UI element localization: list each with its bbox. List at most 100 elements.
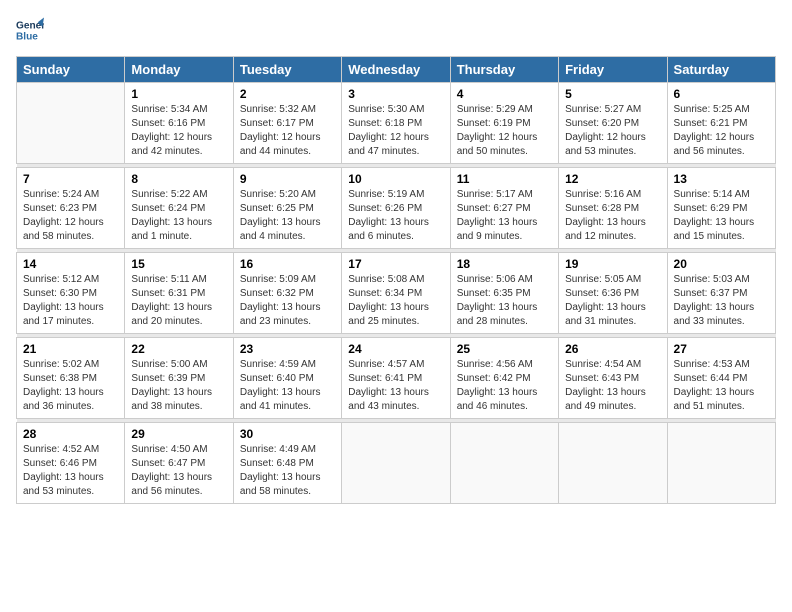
day-number: 21 [23, 342, 118, 356]
calendar-body: 1 Sunrise: 5:34 AMSunset: 6:16 PMDaylight… [17, 83, 776, 504]
day-cell-16: 16Sunrise: 5:09 AMSunset: 6:32 PMDayligh… [233, 253, 341, 334]
day-cell-19: 19Sunrise: 5:05 AMSunset: 6:36 PMDayligh… [559, 253, 667, 334]
day-number: 19 [565, 257, 660, 271]
day-cell-27: 27 Sunrise: 4:53 AMSunset: 6:44 PMDayligh… [667, 338, 775, 419]
day-info: Sunrise: 5:16 AMSunset: 6:28 PMDaylight:… [565, 188, 660, 244]
day-number: 8 [131, 172, 226, 186]
day-number: 15 [131, 257, 226, 271]
day-info: Sunrise: 4:49 AMSunset: 6:48 PMDaylight:… [240, 443, 335, 499]
day-info: Sunrise: 5:32 AMSunset: 6:17 PMDaylight:… [240, 103, 335, 159]
day-number: 7 [23, 172, 118, 186]
day-cell-18: 18 Sunrise: 5:06 AMSunset: 6:35 PMDayligh… [450, 253, 558, 334]
svg-text:Blue: Blue [16, 31, 38, 42]
day-cell-15: 15 Sunrise: 5:11 AMSunset: 6:31 PMDayligh… [125, 253, 233, 334]
day-number: 30 [240, 427, 335, 441]
day-info: Sunrise: 5:19 AMSunset: 6:26 PMDaylight:… [348, 188, 443, 244]
day-cell-13: 13 Sunrise: 5:14 AMSunset: 6:29 PMDayligh… [667, 168, 775, 249]
day-number: 29 [131, 427, 226, 441]
day-number: 26 [565, 342, 660, 356]
day-cell-30: 30 Sunrise: 4:49 AMSunset: 6:48 PMDayligh… [233, 423, 341, 504]
empty-cell [450, 423, 558, 504]
empty-cell [559, 423, 667, 504]
day-cell-9: 9 Sunrise: 5:20 AMSunset: 6:25 PMDaylight… [233, 168, 341, 249]
day-number: 13 [674, 172, 769, 186]
day-header-monday: Monday [125, 57, 233, 83]
day-info: Sunrise: 5:09 AMSunset: 6:32 PMDaylight:… [240, 273, 335, 329]
day-info: Sunrise: 5:00 AMSunset: 6:39 PMDaylight:… [131, 358, 226, 414]
day-info: Sunrise: 5:24 AMSunset: 6:23 PMDaylight:… [23, 188, 118, 244]
day-number: 9 [240, 172, 335, 186]
day-number: 28 [23, 427, 118, 441]
day-cell-24: 24 Sunrise: 4:57 AMSunset: 6:41 PMDayligh… [342, 338, 450, 419]
day-cell-7: 7 Sunrise: 5:24 AMSunset: 6:23 PMDaylight… [17, 168, 125, 249]
day-info: Sunrise: 5:25 AMSunset: 6:21 PMDaylight:… [674, 103, 769, 159]
week-row-4: 21 Sunrise: 5:02 AMSunset: 6:38 PMDayligh… [17, 338, 776, 419]
week-row-1: 1 Sunrise: 5:34 AMSunset: 6:16 PMDaylight… [17, 83, 776, 164]
day-info: Sunrise: 5:22 AMSunset: 6:24 PMDaylight:… [131, 188, 226, 244]
day-number: 18 [457, 257, 552, 271]
day-header-sunday: Sunday [17, 57, 125, 83]
day-info: Sunrise: 5:20 AMSunset: 6:25 PMDaylight:… [240, 188, 335, 244]
day-number: 25 [457, 342, 552, 356]
day-info: Sunrise: 5:34 AMSunset: 6:16 PMDaylight:… [131, 103, 226, 159]
day-info: Sunrise: 5:29 AMSunset: 6:19 PMDaylight:… [457, 103, 552, 159]
day-cell-22: 22 Sunrise: 5:00 AMSunset: 6:39 PMDayligh… [125, 338, 233, 419]
day-info: Sunrise: 5:02 AMSunset: 6:38 PMDaylight:… [23, 358, 118, 414]
day-info: Sunrise: 5:11 AMSunset: 6:31 PMDaylight:… [131, 273, 226, 329]
day-cell-25: 25 Sunrise: 4:56 AMSunset: 6:42 PMDayligh… [450, 338, 558, 419]
day-info: Sunrise: 4:56 AMSunset: 6:42 PMDaylight:… [457, 358, 552, 414]
day-cell-8: 8 Sunrise: 5:22 AMSunset: 6:24 PMDaylight… [125, 168, 233, 249]
day-cell-26: 26 Sunrise: 4:54 AMSunset: 6:43 PMDayligh… [559, 338, 667, 419]
day-number: 27 [674, 342, 769, 356]
page-header: General Blue [16, 16, 776, 44]
day-info: Sunrise: 5:17 AMSunset: 6:27 PMDaylight:… [457, 188, 552, 244]
day-header-saturday: Saturday [667, 57, 775, 83]
day-info: Sunrise: 5:27 AMSunset: 6:20 PMDaylight:… [565, 103, 660, 159]
day-cell-10: 10 Sunrise: 5:19 AMSunset: 6:26 PMDayligh… [342, 168, 450, 249]
day-cell-12: 12 Sunrise: 5:16 AMSunset: 6:28 PMDayligh… [559, 168, 667, 249]
day-number: 14 [23, 257, 118, 271]
logo: General Blue [16, 16, 44, 44]
day-number: 24 [348, 342, 443, 356]
day-info: Sunrise: 5:08 AMSunset: 6:34 PMDaylight:… [348, 273, 443, 329]
day-header-tuesday: Tuesday [233, 57, 341, 83]
day-header-friday: Friday [559, 57, 667, 83]
day-number: 22 [131, 342, 226, 356]
week-row-5: 28 Sunrise: 4:52 AMSunset: 6:46 PMDayligh… [17, 423, 776, 504]
day-cell-11: 11Sunrise: 5:17 AMSunset: 6:27 PMDayligh… [450, 168, 558, 249]
day-number: 5 [565, 87, 660, 101]
day-info: Sunrise: 5:14 AMSunset: 6:29 PMDaylight:… [674, 188, 769, 244]
empty-cell [17, 83, 125, 164]
day-info: Sunrise: 4:57 AMSunset: 6:41 PMDaylight:… [348, 358, 443, 414]
day-cell-1: 1 Sunrise: 5:34 AMSunset: 6:16 PMDaylight… [125, 83, 233, 164]
day-number: 1 [131, 87, 226, 101]
day-cell-21: 21 Sunrise: 5:02 AMSunset: 6:38 PMDayligh… [17, 338, 125, 419]
empty-cell [667, 423, 775, 504]
calendar-header-row: SundayMondayTuesdayWednesdayThursdayFrid… [17, 57, 776, 83]
day-info: Sunrise: 4:53 AMSunset: 6:44 PMDaylight:… [674, 358, 769, 414]
day-cell-17: 17 Sunrise: 5:08 AMSunset: 6:34 PMDayligh… [342, 253, 450, 334]
calendar-table: SundayMondayTuesdayWednesdayThursdayFrid… [16, 56, 776, 504]
day-cell-2: 2 Sunrise: 5:32 AMSunset: 6:17 PMDaylight… [233, 83, 341, 164]
day-number: 23 [240, 342, 335, 356]
day-info: Sunrise: 4:59 AMSunset: 6:40 PMDaylight:… [240, 358, 335, 414]
day-number: 12 [565, 172, 660, 186]
week-row-2: 7 Sunrise: 5:24 AMSunset: 6:23 PMDaylight… [17, 168, 776, 249]
day-number: 4 [457, 87, 552, 101]
day-header-wednesday: Wednesday [342, 57, 450, 83]
day-number: 17 [348, 257, 443, 271]
day-info: Sunrise: 4:54 AMSunset: 6:43 PMDaylight:… [565, 358, 660, 414]
day-number: 10 [348, 172, 443, 186]
day-info: Sunrise: 5:06 AMSunset: 6:35 PMDaylight:… [457, 273, 552, 329]
empty-cell [342, 423, 450, 504]
day-cell-5: 5 Sunrise: 5:27 AMSunset: 6:20 PMDaylight… [559, 83, 667, 164]
day-header-thursday: Thursday [450, 57, 558, 83]
week-row-3: 14 Sunrise: 5:12 AMSunset: 6:30 PMDayligh… [17, 253, 776, 334]
day-number: 20 [674, 257, 769, 271]
day-number: 3 [348, 87, 443, 101]
day-number: 2 [240, 87, 335, 101]
logo-icon: General Blue [16, 16, 44, 44]
day-info: Sunrise: 4:52 AMSunset: 6:46 PMDaylight:… [23, 443, 118, 499]
day-cell-4: 4 Sunrise: 5:29 AMSunset: 6:19 PMDaylight… [450, 83, 558, 164]
day-info: Sunrise: 5:12 AMSunset: 6:30 PMDaylight:… [23, 273, 118, 329]
